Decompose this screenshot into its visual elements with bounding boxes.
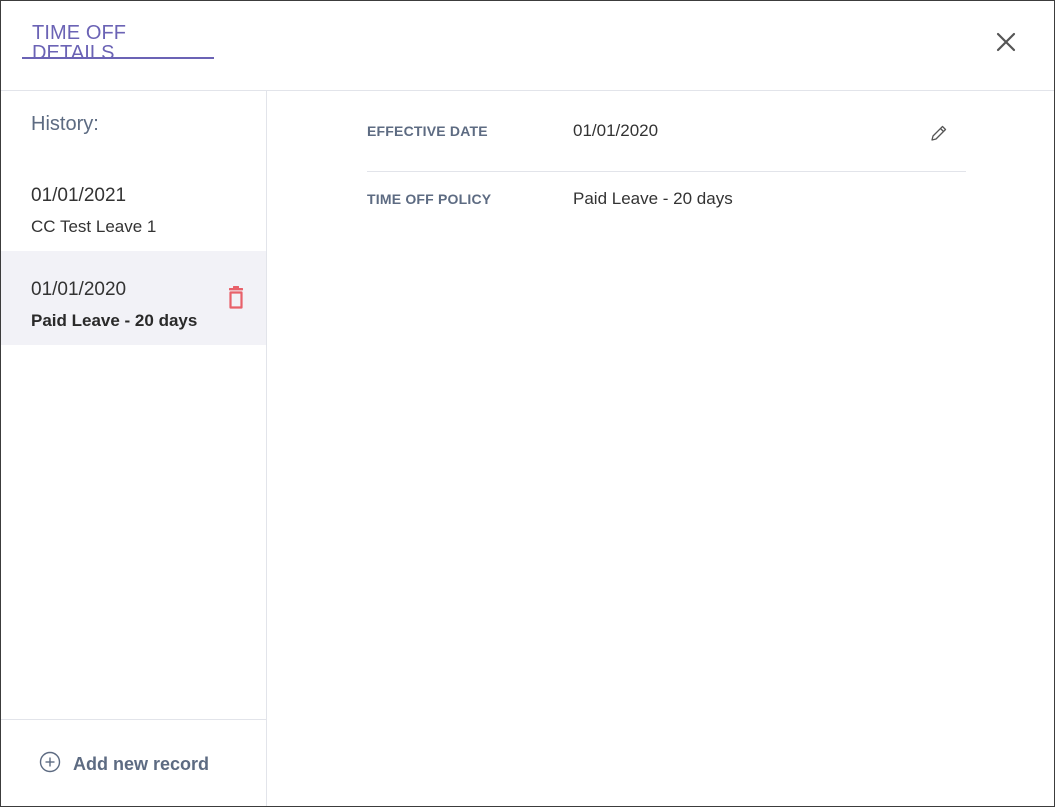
tab-time-off-details[interactable]: TIME OFF DETAILS xyxy=(22,1,214,63)
history-item-selected[interactable]: 01/01/2020 Paid Leave - 20 days xyxy=(1,251,266,345)
pencil-icon[interactable] xyxy=(929,123,949,143)
trash-icon[interactable] xyxy=(226,286,246,310)
effective-date-value: 01/01/2020 xyxy=(573,121,659,140)
details-panel: EFFECTIVE DATE 01/01/2020 TIME OFF POLIC… xyxy=(267,91,1054,806)
add-new-record-label: Add new record xyxy=(73,753,210,774)
time-off-policy-value: Paid Leave - 20 days xyxy=(573,189,733,208)
history-sidebar: History: 01/01/2021 CC Test Leave 1 01/0… xyxy=(1,91,267,806)
history-item[interactable]: 01/01/2021 CC Test Leave 1 xyxy=(1,157,266,251)
effective-date-label: EFFECTIVE DATE xyxy=(367,123,488,139)
time-off-policy-row: TIME OFF POLICY Paid Leave - 20 days xyxy=(367,171,966,241)
close-icon[interactable] xyxy=(993,29,1019,55)
history-label: History: xyxy=(31,113,99,135)
history-item-date: 01/01/2021 xyxy=(31,185,127,206)
history-item-date: 01/01/2020 xyxy=(31,279,127,300)
time-off-policy-label: TIME OFF POLICY xyxy=(367,191,492,207)
history-item-name: CC Test Leave 1 xyxy=(31,217,157,236)
plus-circle-icon xyxy=(39,751,61,778)
time-off-dialog: TIME OFF DETAILS History: 01/01/2021 CC … xyxy=(0,0,1055,807)
history-item-name: Paid Leave - 20 days xyxy=(31,311,198,330)
effective-date-row: EFFECTIVE DATE 01/01/2020 xyxy=(367,101,966,172)
dialog-header: TIME OFF DETAILS xyxy=(1,1,1054,91)
sidebar-footer: Add new record xyxy=(1,719,266,806)
add-new-record-button[interactable]: Add new record xyxy=(39,751,210,778)
